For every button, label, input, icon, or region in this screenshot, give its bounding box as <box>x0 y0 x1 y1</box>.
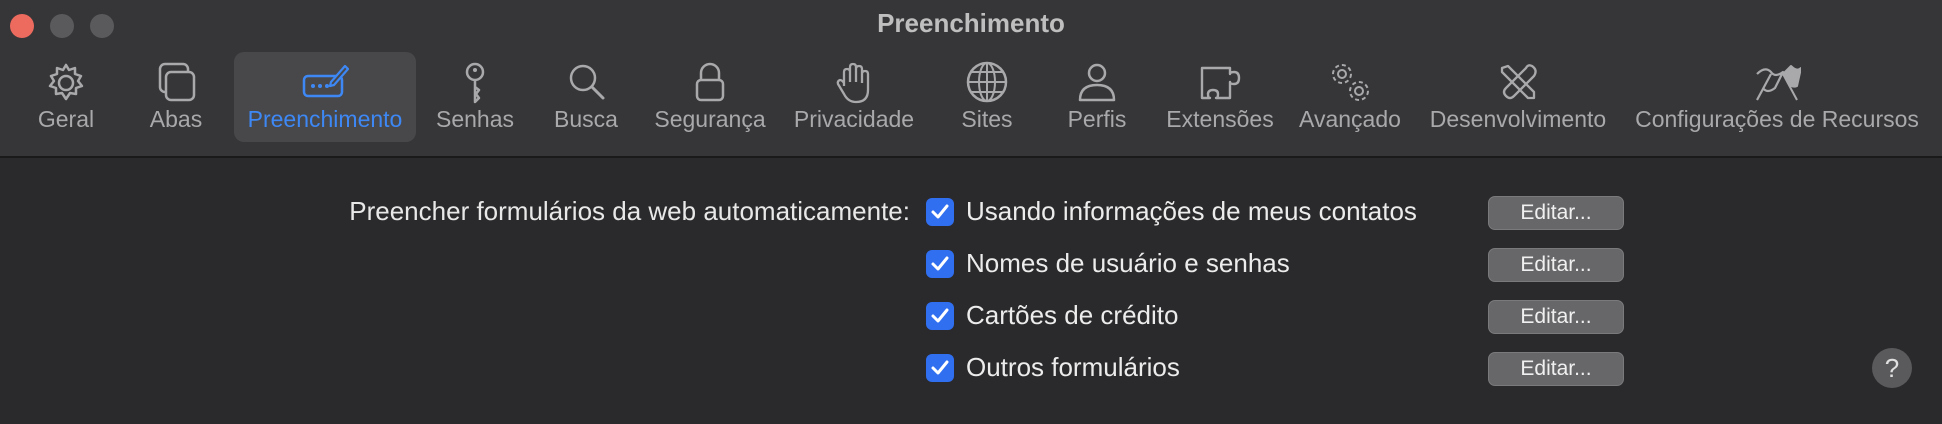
tab-label: Abas <box>149 106 203 132</box>
checkmark-icon <box>931 256 949 271</box>
option-label: Nomes de usuário e senhas <box>966 248 1290 278</box>
tab-abas[interactable]: Abas <box>136 52 216 142</box>
magnifier-icon <box>562 60 610 106</box>
toolbar: Preenchimento Geral Abas Preenchimento S… <box>0 0 1942 158</box>
checkmark-icon <box>931 308 949 323</box>
tab-label: Avançado <box>1299 106 1401 132</box>
tab-label: Privacidade <box>793 106 915 132</box>
gears-icon <box>1326 60 1374 106</box>
gear-icon <box>42 60 90 106</box>
tab-label: Senhas <box>435 106 514 132</box>
edit-credit-cards-button[interactable]: Editar... <box>1488 300 1624 334</box>
tabs-icon <box>152 60 200 106</box>
option-label: Outros formulários <box>966 352 1180 382</box>
credit-cards-checkbox[interactable] <box>926 302 954 330</box>
tab-label: Sites <box>961 106 1013 132</box>
edit-contacts-button[interactable]: Editar... <box>1488 196 1624 230</box>
autofill-pane: Preencher formulários da web automaticam… <box>0 158 1942 424</box>
passwords-checkbox[interactable] <box>926 250 954 278</box>
option-label: Cartões de crédito <box>966 300 1179 330</box>
tab-label: Extensões <box>1166 106 1274 132</box>
help-button[interactable]: ? <box>1872 348 1912 388</box>
tab-label: Geral <box>37 106 95 132</box>
edit-passwords-button[interactable]: Editar... <box>1488 248 1624 282</box>
contacts-checkbox[interactable] <box>926 198 954 226</box>
tab-label: Configurações de Recursos <box>1635 106 1919 132</box>
tab-label: Desenvolvimento <box>1429 106 1607 132</box>
option-label: Usando informações de meus contatos <box>966 196 1417 226</box>
tab-preenchimento[interactable]: Preenchimento <box>234 52 416 142</box>
tab-label: Perfis <box>1067 106 1127 132</box>
autofill-pen-icon <box>301 60 350 106</box>
tab-sites[interactable]: Sites <box>946 52 1028 142</box>
tab-senhas[interactable]: Senhas <box>432 52 518 142</box>
person-icon <box>1073 60 1121 106</box>
tab-label: Preenchimento <box>247 106 403 132</box>
tab-seguranca[interactable]: Segurança <box>650 52 770 142</box>
tab-avancado[interactable]: Avançado <box>1294 52 1406 142</box>
tab-desenvolvimento[interactable]: Desenvolvimento <box>1426 52 1610 142</box>
tab-configuracoes-de-recursos[interactable]: Configurações de Recursos <box>1630 52 1924 142</box>
globe-icon <box>963 60 1011 106</box>
key-icon <box>451 60 499 106</box>
checkmark-icon <box>931 204 949 219</box>
checkmark-icon <box>931 360 949 375</box>
tab-label: Segurança <box>654 106 766 132</box>
hand-icon <box>830 60 878 106</box>
other-forms-checkbox[interactable] <box>926 354 954 382</box>
tab-geral[interactable]: Geral <box>20 52 112 142</box>
puzzle-icon <box>1196 60 1244 106</box>
tab-privacidade[interactable]: Privacidade <box>790 52 918 142</box>
tools-icon <box>1494 60 1542 106</box>
tab-busca[interactable]: Busca <box>546 52 626 142</box>
tab-perfis[interactable]: Perfis <box>1056 52 1138 142</box>
autofill-section-label: Preencher formulários da web automaticam… <box>349 196 910 226</box>
flags-icon <box>1753 60 1802 106</box>
tab-extensoes[interactable]: Extensões <box>1160 52 1280 142</box>
preferences-window: Preenchimento Geral Abas Preenchimento S… <box>0 0 1942 424</box>
window-title: Preenchimento <box>877 8 1065 38</box>
lock-icon <box>686 60 734 106</box>
tab-label: Busca <box>554 106 618 132</box>
edit-other-forms-button[interactable]: Editar... <box>1488 352 1624 386</box>
